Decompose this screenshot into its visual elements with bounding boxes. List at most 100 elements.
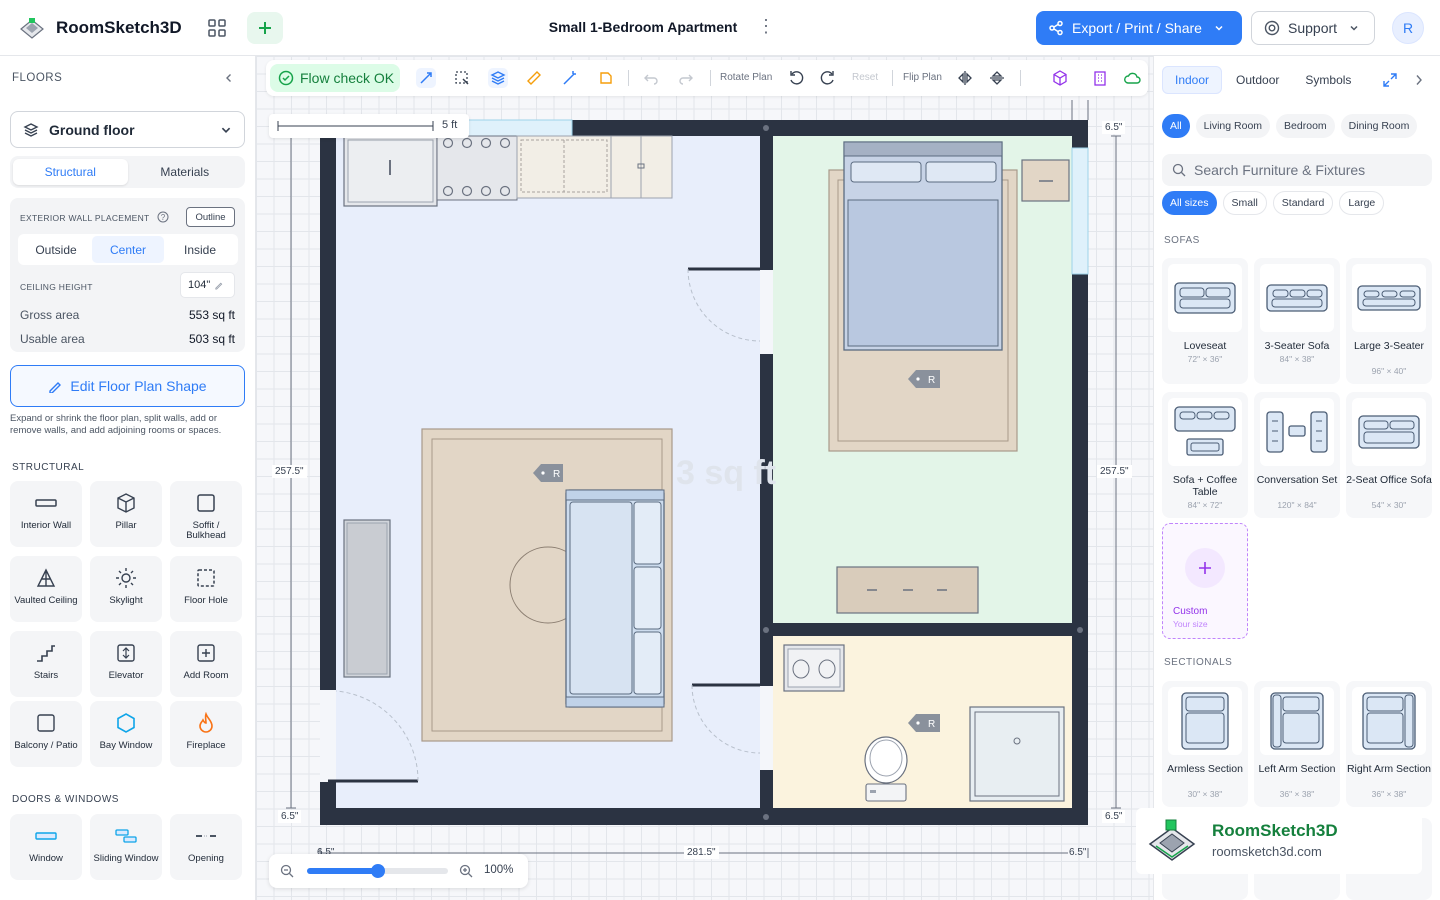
collapse-chevron-icon[interactable] <box>224 73 234 83</box>
chip-living-room[interactable]: Living Room <box>1195 114 1271 138</box>
wall-option-inside[interactable]: Inside <box>164 236 236 263</box>
kitchen-counter[interactable] <box>343 135 673 207</box>
tab-indoor[interactable]: Indoor <box>1162 66 1223 94</box>
size-filter-chips: All sizes Small Standard Large <box>1162 191 1385 215</box>
layers-icon[interactable] <box>488 68 508 88</box>
select-area-icon[interactable] <box>452 68 472 88</box>
user-avatar[interactable]: R <box>1392 12 1424 44</box>
tool-vaulted-ceiling[interactable]: Vaulted Ceiling <box>10 556 82 622</box>
building-icon[interactable] <box>1090 68 1110 88</box>
3d-cube-icon[interactable] <box>1050 68 1070 88</box>
flip-plan-label: Flip Plan <box>903 72 942 83</box>
tool-sliding-window[interactable]: Sliding Window <box>90 814 162 880</box>
zoom-in-icon[interactable] <box>459 864 473 878</box>
tool-bay-window[interactable]: Bay Window <box>90 701 162 767</box>
chip-all-rooms[interactable]: All <box>1162 114 1190 138</box>
living-sofa[interactable] <box>565 489 665 708</box>
chevron-right-icon[interactable] <box>1414 74 1424 86</box>
magic-select-icon[interactable] <box>416 68 436 88</box>
zoom-slider-track[interactable] <box>307 864 448 878</box>
tool-interior-wall[interactable]: Interior Wall <box>10 481 82 547</box>
furniture-card-right-arm-section[interactable]: Right Arm Section 36" × 38" <box>1346 681 1432 807</box>
furniture-card-conversation-set[interactable]: Conversation Set 120" × 84" <box>1254 392 1340 518</box>
furniture-search[interactable]: Search Furniture & Fixtures <box>1162 154 1432 186</box>
dashboard-grid-icon[interactable] <box>199 12 235 44</box>
bedroom-door-opening[interactable] <box>760 270 773 354</box>
flip-vertical-icon[interactable] <box>987 68 1007 88</box>
document-title[interactable]: Small 1-Bedroom Apartment <box>500 19 786 35</box>
furniture-card-left-arm-section[interactable]: Left Arm Section 36" × 38" <box>1254 681 1340 807</box>
edit-floor-plan-button[interactable]: Edit Floor Plan Shape <box>10 365 245 407</box>
chip-large[interactable]: Large <box>1339 191 1385 215</box>
flip-horizontal-icon[interactable] <box>955 68 975 88</box>
wall-option-center[interactable]: Center <box>92 236 164 263</box>
zoom-slider-thumb[interactable] <box>370 864 385 878</box>
bath-door-opening[interactable] <box>760 686 773 770</box>
furniture-card-3-seater-sofa[interactable]: 3-Seater Sofa 84" × 38" <box>1254 258 1340 384</box>
wall-option-outside[interactable]: Outside <box>20 236 92 263</box>
tool-label: Sliding Window <box>93 853 159 864</box>
toilet[interactable] <box>864 736 908 802</box>
tab-structural[interactable]: Structural <box>13 159 128 185</box>
furniture-card-armless-section[interactable]: Armless Section 30" × 38" <box>1162 681 1248 807</box>
tool-floor-hole[interactable]: Floor Hole <box>170 556 242 622</box>
tool-stairs[interactable]: Stairs <box>10 631 82 697</box>
chip-bedroom[interactable]: Bedroom <box>1276 114 1335 138</box>
zoom-out-icon[interactable] <box>280 864 294 878</box>
chip-dining-room[interactable]: Dining Room <box>1340 114 1418 138</box>
add-plan-button[interactable] <box>247 12 283 44</box>
reset-button[interactable]: Reset <box>852 72 878 83</box>
tool-add-room[interactable]: Add Room <box>170 631 242 697</box>
tool-pillar[interactable]: Pillar <box>90 481 162 547</box>
rotate-right-icon[interactable] <box>818 68 838 88</box>
bathroom-vanity[interactable] <box>783 644 845 692</box>
zoom-control: 100% <box>269 854 528 888</box>
redo-icon[interactable] <box>676 68 696 88</box>
tool-soffit[interactable]: Soffit / Bulkhead <box>170 481 242 547</box>
help-icon[interactable]: ? <box>157 211 169 223</box>
chip-small[interactable]: Small <box>1222 191 1267 215</box>
entry-door-opening[interactable] <box>320 690 336 782</box>
tool-skylight[interactable]: Skylight <box>90 556 162 622</box>
furniture-card-loveseat[interactable]: Loveseat 72" × 36" <box>1162 258 1248 384</box>
tool-balcony[interactable]: Balcony / Patio <box>10 701 82 767</box>
expand-icon[interactable] <box>1383 73 1397 87</box>
bed[interactable] <box>828 141 1018 452</box>
furniture-card-large-3-seater[interactable]: Large 3-Seater 96" × 40" <box>1346 258 1432 384</box>
chip-all-sizes[interactable]: All sizes <box>1162 191 1217 215</box>
rotate-left-icon[interactable] <box>786 68 806 88</box>
magic-wand-icon[interactable] <box>560 68 580 88</box>
conversation-set-icon <box>1260 398 1334 466</box>
sofa-coffee-table-icon <box>1168 398 1242 466</box>
support-button[interactable]: Support <box>1251 11 1375 45</box>
undo-icon[interactable] <box>641 68 661 88</box>
ceiling-height-field[interactable]: 104" <box>180 272 235 298</box>
more-options-icon[interactable]: ⋮ <box>757 16 775 37</box>
floor-plan-drawing[interactable]: 3 sq ft R R R <box>256 56 1153 900</box>
outline-toggle[interactable]: Outline <box>186 207 235 227</box>
room-tag-label: R <box>928 719 935 730</box>
floor-selector[interactable]: Ground floor <box>10 111 245 148</box>
tab-outdoor[interactable]: Outdoor <box>1224 66 1291 94</box>
check-circle-icon <box>278 70 294 86</box>
window-bedroom[interactable] <box>1071 147 1089 275</box>
flow-check-badge[interactable]: Flow check OK <box>270 64 400 92</box>
furniture-card-sofa-coffee-table[interactable]: Sofa + Coffee Table 84" × 72" <box>1162 392 1248 518</box>
cloud-icon[interactable] <box>1122 68 1142 88</box>
tool-elevator[interactable]: Elevator <box>90 631 162 697</box>
tab-symbols[interactable]: Symbols <box>1293 66 1363 94</box>
ruler-icon[interactable] <box>524 68 544 88</box>
app-logo-icon[interactable] <box>18 14 46 42</box>
shower[interactable] <box>969 706 1065 802</box>
tab-materials[interactable]: Materials <box>128 159 243 185</box>
export-button[interactable]: Export / Print / Share <box>1036 11 1242 45</box>
chip-standard[interactable]: Standard <box>1272 191 1334 215</box>
tool-fireplace[interactable]: Fireplace <box>170 701 242 767</box>
furniture-card-2-seat-office-sofa[interactable]: 2-Seat Office Sofa 54" × 30" <box>1346 392 1432 518</box>
shape-icon[interactable] <box>596 68 616 88</box>
tool-opening[interactable]: Opening <box>170 814 242 880</box>
room-tag-label: R <box>553 469 560 480</box>
custom-size-card[interactable]: Custom Your size <box>1162 523 1248 639</box>
tool-window[interactable]: Window <box>10 814 82 880</box>
area-watermark: 3 sq ft <box>676 454 776 492</box>
